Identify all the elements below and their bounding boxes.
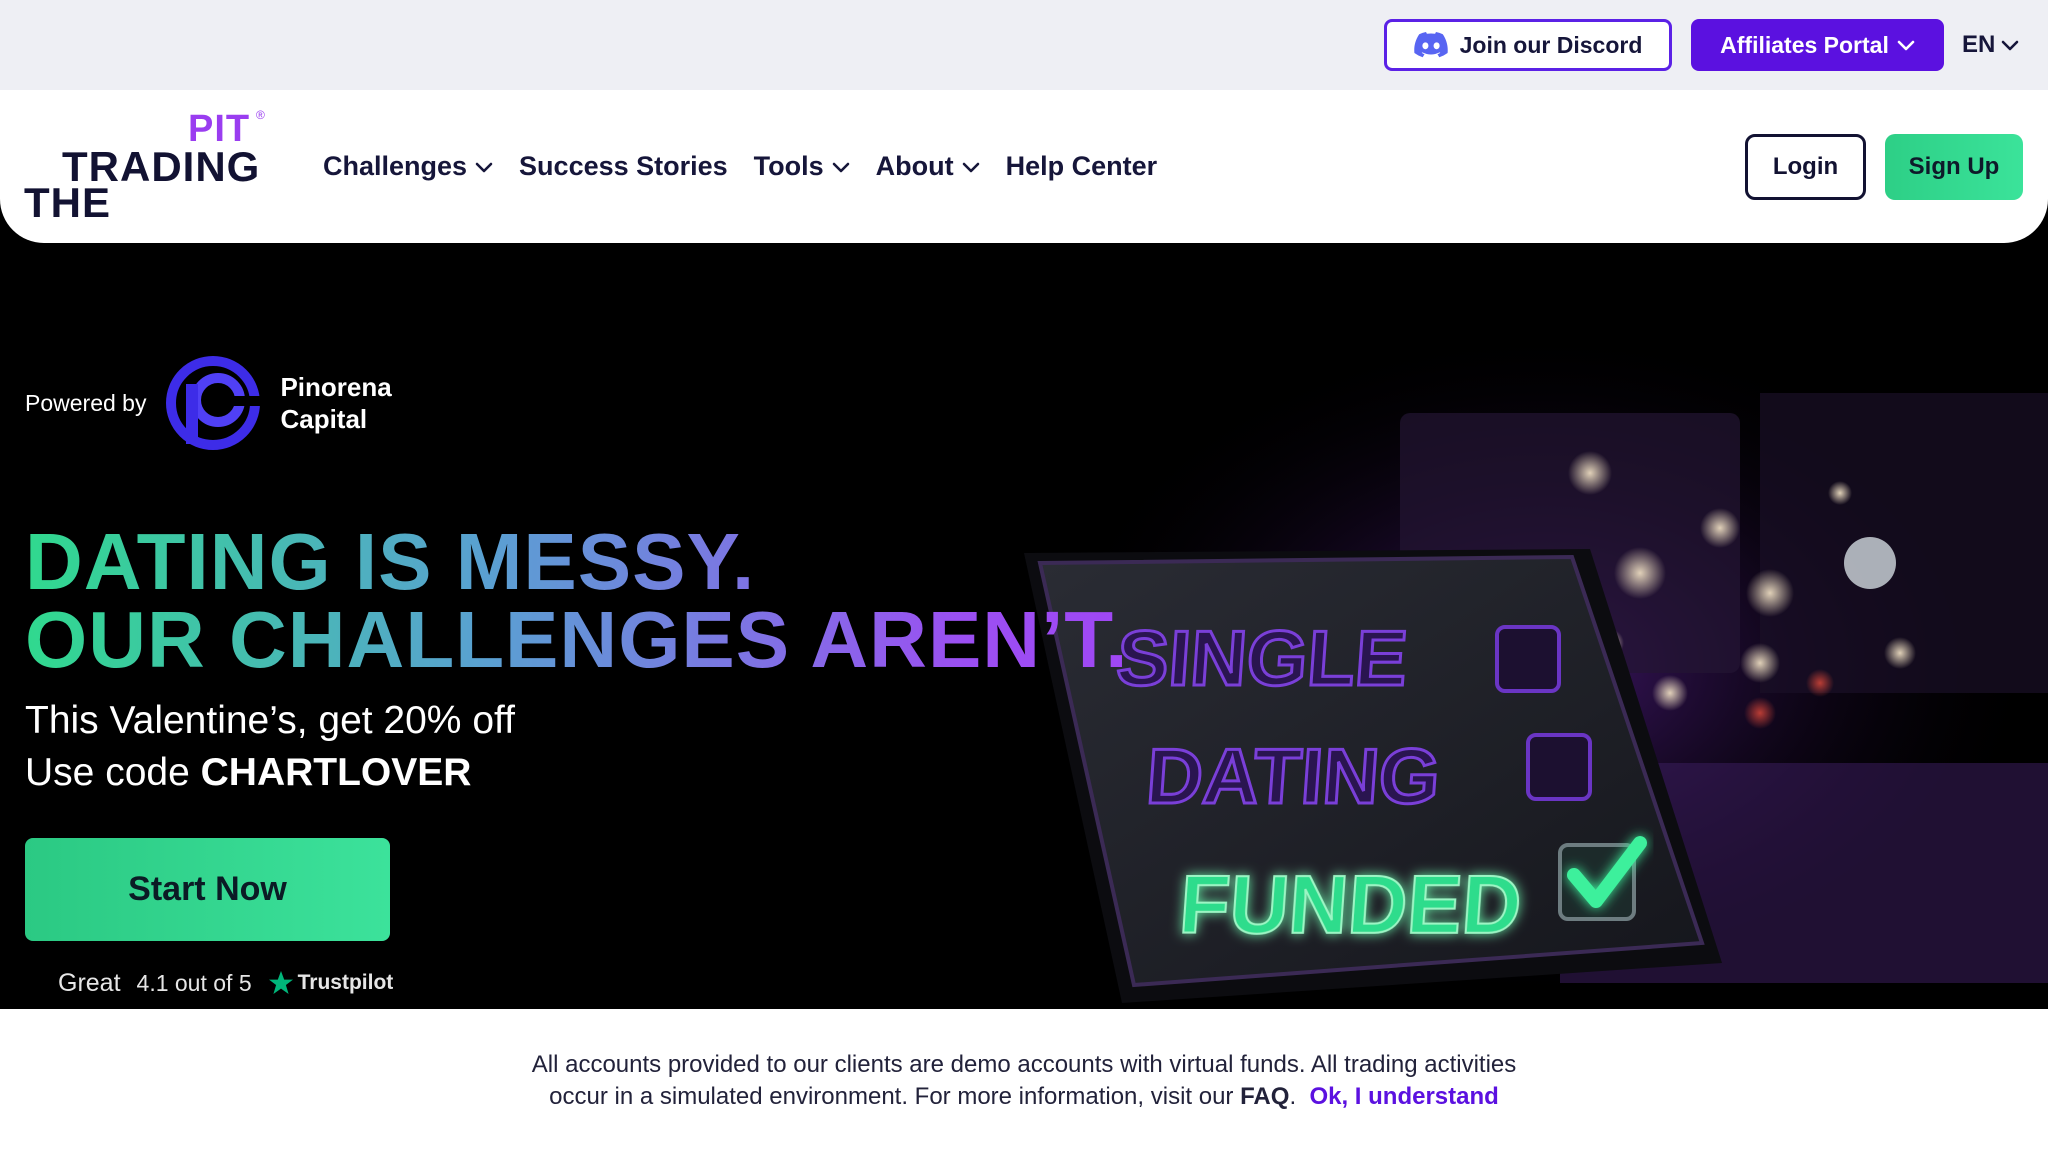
chevron-down-icon <box>832 162 849 172</box>
chevron-down-icon <box>1897 40 1915 51</box>
hero-headline: DATING IS MESSY. OUR CHALLENGES AREN’T. <box>25 523 1129 679</box>
svg-text:FUNDED: FUNDED <box>1176 860 1524 951</box>
powered-by-label: Powered by <box>25 389 147 416</box>
nav-item-success-stories[interactable]: Success Stories <box>519 151 728 182</box>
nav-item-challenges[interactable]: Challenges <box>323 151 493 182</box>
discord-icon <box>1413 32 1448 58</box>
start-now-button[interactable]: Start Now <box>25 838 390 941</box>
pinorena-capital-logo-icon <box>166 356 261 450</box>
nav-item-label: About <box>875 151 954 181</box>
top-utility-bar: Join our Discord Affiliates Portal EN <box>0 0 2048 90</box>
affiliates-portal-button[interactable]: Affiliates Portal <box>1691 19 1944 71</box>
partner-name-line2: Capital <box>280 404 368 434</box>
nav-item-label: Tools <box>753 151 824 181</box>
faq-link[interactable]: FAQ <box>1240 1083 1289 1110</box>
promo-text: This Valentine’s, get 20% off Use code C… <box>25 695 515 799</box>
language-selector[interactable]: EN <box>1962 19 2019 71</box>
primary-nav: Challenges Success Stories Tools About H… <box>323 90 1157 243</box>
svg-text:DATING: DATING <box>1144 732 1443 820</box>
chevron-down-icon <box>2002 40 2019 51</box>
notice-line-2: occur in a simulated environment. For mo… <box>0 1081 2048 1113</box>
sign-up-button[interactable]: Sign Up <box>1885 134 2023 200</box>
promo-line-1: This Valentine’s, get 20% off <box>25 699 515 742</box>
partner-name-line1: Pinorena <box>280 372 392 402</box>
nav-item-help-center[interactable]: Help Center <box>1006 151 1158 182</box>
svg-text:SINGLE: SINGLE <box>1114 614 1410 702</box>
headline-line-2: OUR CHALLENGES AREN’T. <box>25 595 1129 684</box>
the-trading-pit-logo[interactable]: PIT ® TRADING THE <box>24 108 274 224</box>
language-label: EN <box>1962 31 1996 58</box>
nav-item-about[interactable]: About <box>876 151 980 182</box>
chevron-down-icon <box>475 162 493 172</box>
pinorena-capital-name: Pinorena Capital <box>280 371 391 435</box>
headline-line-1: DATING IS MESSY. <box>25 517 756 606</box>
login-button[interactable]: Login <box>1745 134 1866 200</box>
notice-period: . <box>1289 1083 1297 1110</box>
powered-by-badge: Powered by Pinorena Capital <box>25 353 392 453</box>
trustpilot-star-icon <box>268 971 293 994</box>
notice-line-2-text: occur in a simulated environment. For mo… <box>549 1083 1241 1110</box>
chevron-down-icon <box>962 162 979 172</box>
nav-item-label: Challenges <box>323 151 468 181</box>
promo-code-prefix: Use code <box>25 751 201 794</box>
trustpilot-widget[interactable]: Great 4.1 out of 5 Trustpilot <box>58 965 393 1001</box>
join-discord-label: Join our Discord <box>1459 31 1643 58</box>
ok-i-understand-button[interactable]: Ok, I understand <box>1309 1083 1498 1110</box>
notice-line-1: All accounts provided to our clients are… <box>531 1051 1517 1078</box>
promo-code: CHARTLOVER <box>200 751 472 794</box>
affiliates-portal-label: Affiliates Portal <box>1720 31 1889 58</box>
demo-accounts-notice-banner: All accounts provided to our clients are… <box>0 1009 2048 1152</box>
promo-line-2: Use code CHARTLOVER <box>25 747 515 799</box>
nav-item-label: Success Stories <box>519 151 728 181</box>
trustpilot-brand-label: Trustpilot <box>297 971 394 994</box>
nav-item-label: Help Center <box>1005 151 1158 181</box>
trustpilot-rating-word: Great <box>58 968 121 997</box>
logo-registered-mark: ® <box>256 108 265 122</box>
hero-section: SINGLE DATING FUNDED Powered by Pinorena… <box>0 243 2048 1009</box>
main-navbar: PIT ® TRADING THE Challenges Success Sto… <box>0 90 2048 243</box>
trustpilot-score: 4.1 out of 5 <box>136 969 252 996</box>
nav-item-tools[interactable]: Tools <box>754 151 850 182</box>
logo-the-text: THE <box>24 179 111 226</box>
join-discord-button[interactable]: Join our Discord <box>1384 19 1672 71</box>
trustpilot-brand: Trustpilot <box>268 970 394 996</box>
